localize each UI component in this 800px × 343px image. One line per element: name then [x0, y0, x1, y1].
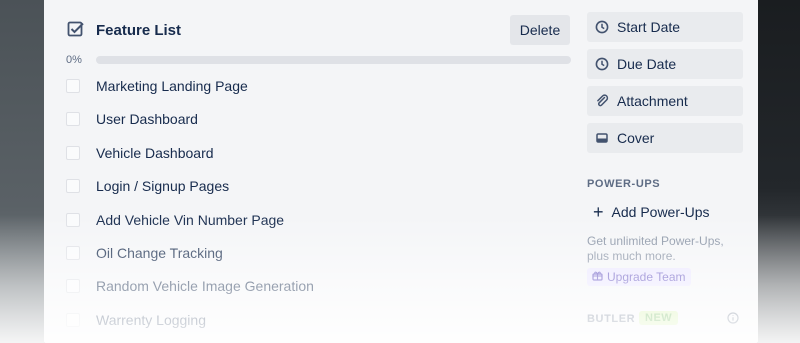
checkbox[interactable]	[66, 179, 80, 194]
paperclip-icon	[595, 94, 609, 108]
checkbox[interactable]	[66, 279, 80, 294]
checklist-item-label: Add Vehicle Vin Number Page	[96, 211, 285, 228]
card-detail-modal: Feature List Delete 0% Marketing Landing…	[44, 0, 758, 343]
checklist-icon	[66, 20, 86, 40]
clock-icon	[595, 20, 609, 34]
upgrade-team-button[interactable]: Upgrade Team	[587, 268, 691, 286]
checklist-item-label: Login / Signup Pages	[96, 178, 230, 195]
attachment-label: Attachment	[617, 93, 688, 109]
checklist-items: Marketing Landing Page User Dashboard Ve…	[66, 70, 566, 337]
checklist-item[interactable]: Warrenty Logging	[66, 304, 566, 337]
cover-label: Cover	[617, 130, 655, 146]
clock-icon	[595, 57, 609, 71]
progress-percent: 0%	[66, 54, 82, 66]
checklist-item[interactable]: Vehicle Dashboard	[66, 137, 566, 170]
start-date-button[interactable]: Start Date	[587, 12, 743, 42]
checklist-item[interactable]: Oil Change Tracking	[66, 237, 566, 270]
checklist-item-label: Random Vehicle Image Generation	[96, 278, 314, 295]
checkbox[interactable]	[66, 79, 80, 93]
add-powerups-button[interactable]: + Add Power-Ups	[593, 202, 710, 222]
checklist-item-label: Marketing Landing Page	[96, 78, 248, 94]
powerups-promo-text: Get unlimited Power-Ups, plus much more.	[587, 234, 724, 263]
checklist-item[interactable]: Random Vehicle Image Generation	[66, 270, 566, 303]
checklist-item-label: User Dashboard	[96, 111, 198, 128]
checklist-item[interactable]: Marketing Landing Page	[66, 70, 566, 103]
attachment-button[interactable]: Attachment	[587, 86, 743, 116]
checklist-item-label: Oil Change Tracking	[96, 244, 223, 261]
start-date-label: Start Date	[617, 19, 681, 35]
plus-icon: +	[593, 202, 604, 222]
due-date-button[interactable]: Due Date	[587, 49, 743, 79]
checkbox[interactable]	[66, 245, 80, 260]
delete-checklist-button[interactable]: Delete	[510, 15, 570, 45]
checkbox[interactable]	[66, 112, 80, 127]
checklist-item[interactable]: Login / Signup Pages	[66, 170, 566, 203]
checkbox[interactable]	[66, 212, 80, 227]
checklist-item[interactable]: Add Vehicle Vin Number Page	[66, 204, 566, 237]
checkbox[interactable]	[66, 145, 80, 160]
cover-icon	[595, 131, 609, 145]
upgrade-team-label: Upgrade Team	[607, 270, 686, 284]
checklist-item-label: Vehicle Dashboard	[96, 144, 214, 161]
gift-icon	[592, 270, 603, 284]
board-background-right	[758, 0, 800, 343]
checkbox[interactable]	[66, 312, 80, 327]
new-badge: NEW	[639, 311, 679, 325]
board-background-left	[0, 0, 44, 343]
checklist-title: Feature List	[96, 22, 182, 39]
checklist-item-label: Warrenty Logging	[96, 311, 206, 328]
checklist-item[interactable]: User Dashboard	[66, 103, 566, 136]
powerups-heading: POWER-UPS	[587, 178, 661, 190]
progress-bar	[96, 56, 571, 64]
butler-heading: BUTLER	[587, 313, 636, 325]
due-date-label: Due Date	[617, 56, 677, 72]
info-icon[interactable]	[727, 311, 739, 324]
cover-button[interactable]: Cover	[587, 123, 743, 153]
add-powerups-label: Add Power-Ups	[611, 204, 710, 220]
